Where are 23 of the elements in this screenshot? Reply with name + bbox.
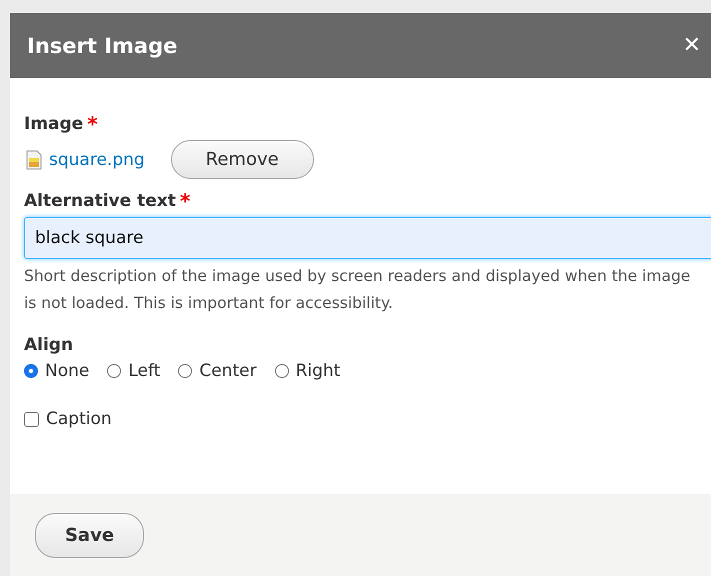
required-mark: * bbox=[87, 114, 98, 134]
save-button[interactable]: Save bbox=[35, 512, 144, 558]
radio-button[interactable] bbox=[24, 364, 38, 378]
close-button[interactable]: ✕ bbox=[678, 33, 705, 58]
field-label: Alternative text bbox=[24, 191, 176, 211]
radio-label: None bbox=[45, 361, 90, 381]
required-mark: * bbox=[180, 191, 190, 211]
remove-button[interactable]: Remove bbox=[170, 140, 314, 179]
radio-label: Left bbox=[128, 361, 160, 381]
alt-text-field[interactable]: black square bbox=[24, 217, 711, 259]
radio-button[interactable] bbox=[274, 364, 289, 378]
checkbox-label: Caption bbox=[46, 409, 112, 429]
field-label: Align bbox=[24, 335, 74, 355]
field-label: Image bbox=[24, 114, 84, 134]
image-file-icon bbox=[26, 150, 42, 170]
radio-button[interactable] bbox=[107, 364, 122, 378]
radio-button[interactable] bbox=[178, 364, 192, 378]
field-description: Short description of the image used by screen readers and displayed when the image is not loaded. This is important for accessibility. bbox=[24, 266, 692, 314]
file-link[interactable]: square.png bbox=[49, 150, 145, 170]
checkbox[interactable] bbox=[24, 412, 39, 426]
radio-label: Right bbox=[296, 361, 340, 381]
dialog-title: Insert Image bbox=[27, 34, 178, 58]
radio-label: Center bbox=[199, 361, 257, 381]
